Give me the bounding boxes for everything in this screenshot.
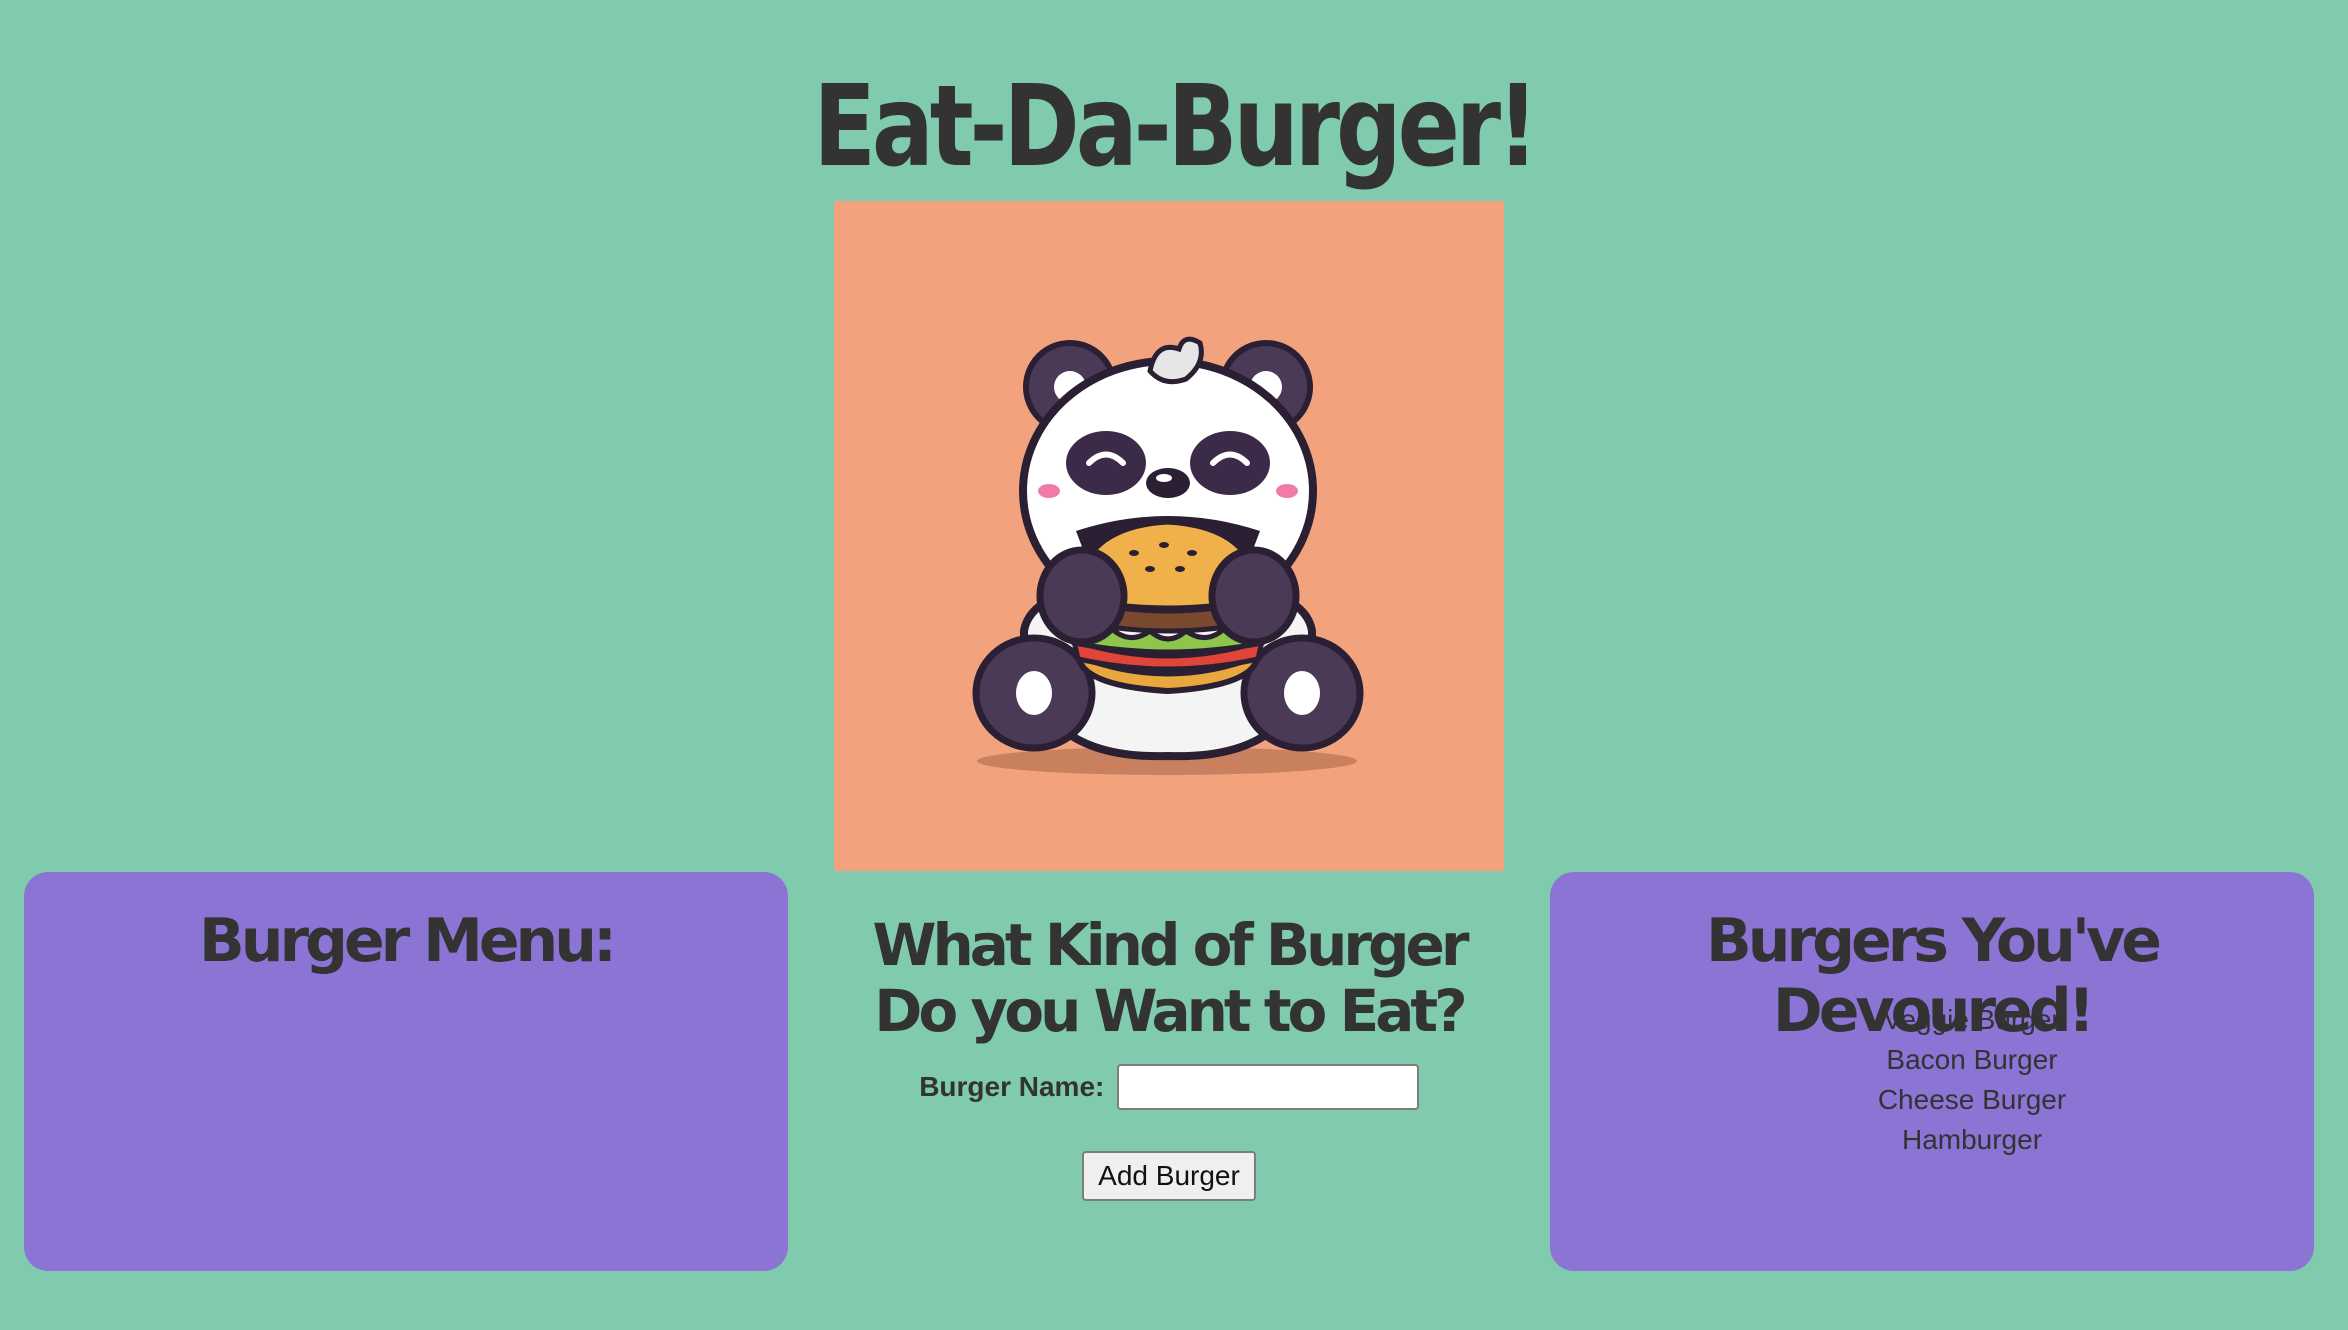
burger-name-row: Burger Name: (834, 1064, 1504, 1110)
add-burger-button[interactable]: Add Burger (1082, 1151, 1256, 1201)
devoured-item: Bacon Burger (1886, 1044, 2058, 1075)
devoured-panel: Burgers You've Devoured! Veggie Burger B… (1550, 872, 2314, 1271)
burger-menu-panel: Burger Menu: (24, 872, 788, 1271)
devoured-item: Hamburger (1901, 1124, 2043, 1155)
panda-burger-illustration (972, 336, 1364, 775)
devoured-item: Veggie Burger (1883, 1004, 2061, 1035)
order-form: What Kind of Burger Do you Want to Eat? … (834, 872, 1504, 1271)
page-title: Eat-Da-Burger! (813, 62, 1539, 192)
burger-menu-heading: Burger Menu: (199, 906, 617, 976)
burger-name-input[interactable] (1116, 1064, 1419, 1110)
burger-name-label: Burger Name: (919, 1071, 1105, 1102)
hero-image (834, 201, 1504, 871)
devoured-list: Veggie Burger Bacon Burger Cheese Burger… (1550, 1000, 2314, 1160)
order-form-heading: What Kind of Burger Do you Want to Eat? (872, 911, 1470, 1045)
devoured-item: Cheese Burger (1877, 1084, 2067, 1115)
